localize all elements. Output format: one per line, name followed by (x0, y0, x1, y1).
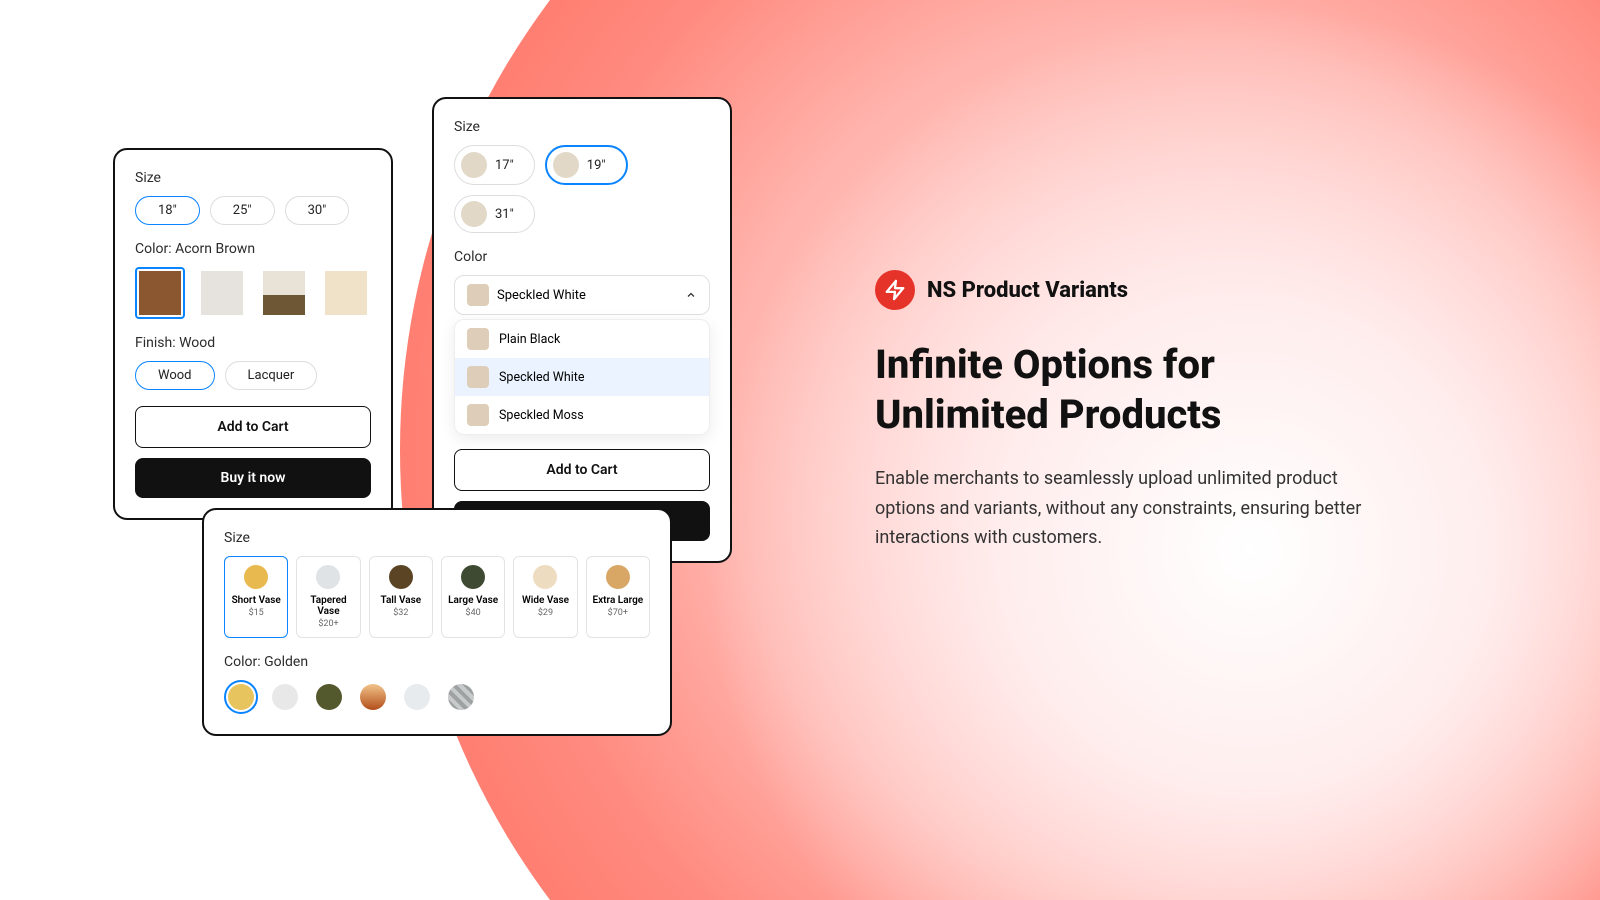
size-img-pill[interactable]: 17" (454, 145, 535, 185)
size-card[interactable]: Wide Vase $29 (513, 556, 577, 638)
brand-row: NS Product Variants (875, 270, 1385, 310)
finish-label: Finish: Wood (135, 335, 371, 351)
add-to-cart-button[interactable]: Add to Cart (135, 406, 371, 448)
dropdown-item[interactable]: Speckled Moss (455, 396, 709, 434)
color-circle[interactable] (400, 680, 434, 714)
chevron-up-icon (685, 289, 697, 301)
color-circle[interactable] (444, 680, 478, 714)
size-card[interactable]: Tapered Vase $20+ (296, 556, 360, 638)
finish-pill[interactable]: Wood (135, 361, 215, 390)
item-text: Speckled White (499, 370, 585, 385)
card-price: $29 (516, 608, 574, 618)
brand-name: NS Product Variants (927, 278, 1128, 303)
card-name: Tapered Vase (299, 595, 357, 617)
color-dropdown-list: Plain Black Speckled White Speckled Moss (454, 319, 710, 435)
card-price: $70+ (589, 608, 647, 618)
size-card[interactable]: Extra Large $70+ (586, 556, 650, 638)
card-name: Tall Vase (372, 595, 430, 606)
size-card[interactable]: Tall Vase $32 (369, 556, 433, 638)
card-price: $32 (372, 608, 430, 618)
card-price: $15 (227, 608, 285, 618)
add-to-cart-button[interactable]: Add to Cart (454, 449, 710, 491)
color-swatch-row (135, 267, 371, 319)
variant-panel-cards: Size Short Vase $15 Tapered Vase $20+ Tall… (202, 508, 672, 736)
dropdown-item[interactable]: Speckled White (455, 358, 709, 396)
card-name: Wide Vase (516, 595, 574, 606)
color-circle[interactable] (356, 680, 390, 714)
headline: Infinite Options for Unlimited Products (875, 340, 1385, 440)
variant-panel-dropdown: Size 17" 19" 31" Color Speckled White Pl… (432, 97, 732, 563)
hero-section: NS Product Variants Infinite Options for… (875, 270, 1385, 553)
color-label: Color (454, 249, 710, 265)
color-swatch[interactable] (197, 267, 247, 319)
brand-logo-icon (875, 270, 915, 310)
pill-text: 31" (495, 207, 514, 222)
color-label: Color: Golden (224, 654, 650, 670)
finish-pill-row: Wood Lacquer (135, 361, 371, 390)
dropdown-value: Speckled White (497, 288, 586, 303)
dropdown-item[interactable]: Plain Black (455, 320, 709, 358)
size-label: Size (454, 119, 710, 135)
size-card[interactable]: Short Vase $15 (224, 556, 288, 638)
size-card[interactable]: Large Vase $40 (441, 556, 505, 638)
color-circle-row (224, 680, 650, 714)
size-img-pill[interactable]: 19" (545, 145, 628, 185)
color-circle[interactable] (224, 680, 258, 714)
finish-pill[interactable]: Lacquer (225, 361, 318, 390)
color-circle[interactable] (312, 680, 346, 714)
color-label: Color: Acorn Brown (135, 241, 371, 257)
card-price: $40 (444, 608, 502, 618)
color-dropdown[interactable]: Speckled White (454, 275, 710, 315)
item-text: Plain Black (499, 332, 560, 347)
size-img-pill[interactable]: 31" (454, 195, 535, 233)
card-name: Large Vase (444, 595, 502, 606)
size-pill[interactable]: 30" (285, 196, 350, 225)
color-swatch[interactable] (135, 267, 185, 319)
item-text: Speckled Moss (499, 408, 584, 423)
color-circle[interactable] (268, 680, 302, 714)
color-swatch[interactable] (321, 267, 371, 319)
size-card-row: Short Vase $15 Tapered Vase $20+ Tall Vase… (224, 556, 650, 638)
card-name: Short Vase (227, 595, 285, 606)
size-pill-row: 18" 25" 30" (135, 196, 371, 225)
buy-now-button[interactable]: Buy it now (135, 458, 371, 498)
pill-text: 19" (587, 158, 606, 173)
size-label: Size (135, 170, 371, 186)
pill-text: 17" (495, 158, 514, 173)
color-swatch[interactable] (259, 267, 309, 319)
card-price: $20+ (299, 619, 357, 629)
variant-panel-pills: Size 18" 25" 30" Color: Acorn Brown Fini… (113, 148, 393, 520)
size-pill[interactable]: 25" (210, 196, 275, 225)
card-name: Extra Large (589, 595, 647, 606)
size-label: Size (224, 530, 650, 546)
body-text: Enable merchants to seamlessly upload un… (875, 464, 1385, 553)
size-pill[interactable]: 18" (135, 196, 200, 225)
size-img-pill-row: 17" 19" 31" (454, 145, 710, 233)
